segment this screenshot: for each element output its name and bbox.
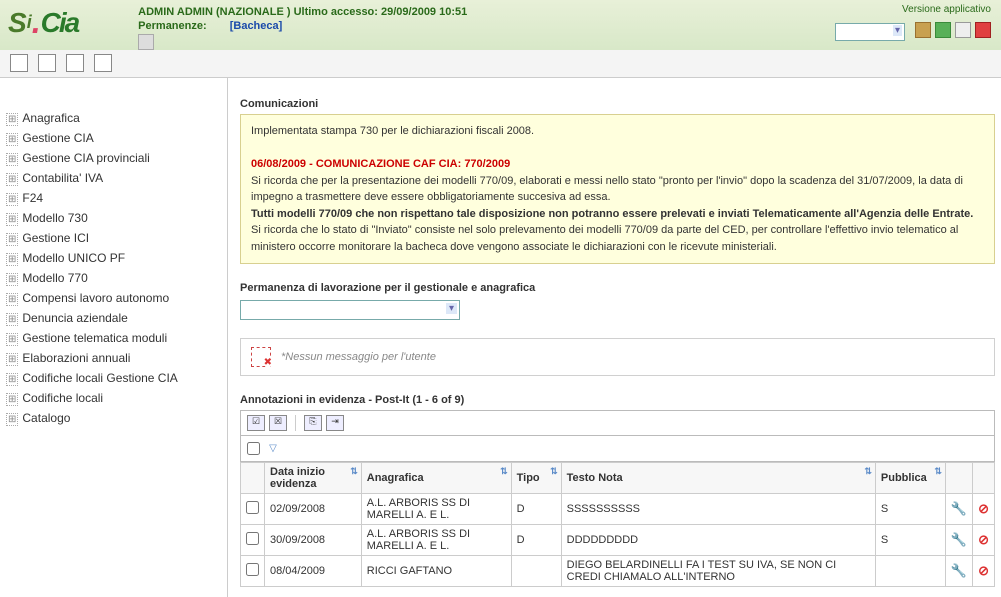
- cell-tipo: D: [511, 525, 561, 556]
- table-row[interactable]: 02/09/2008A.L. ARBORIS SS DI MARELLI A. …: [241, 494, 995, 525]
- grid-select-all[interactable]: [247, 442, 260, 455]
- toolbar-btn-2[interactable]: [38, 54, 56, 72]
- cell-testo: SSSSSSSSSS: [561, 494, 875, 525]
- grid-toolbar: ☑ ☒ ⎘ ⇥: [240, 410, 995, 435]
- wrench-icon[interactable]: 🔧: [951, 501, 967, 516]
- toolbar-btn-4[interactable]: [94, 54, 112, 72]
- comm-bold: Tutti modelli 770/09 che non rispettano …: [251, 206, 984, 223]
- header-small-icon[interactable]: [138, 34, 154, 50]
- cell-testo: DDDDDDDDD: [561, 525, 875, 556]
- message-error-icon: [251, 347, 271, 367]
- grid-tb-sep: [295, 415, 296, 431]
- tree-denuncia[interactable]: Denuncia aziendale: [6, 308, 221, 328]
- grid-tb-deselect[interactable]: ☒: [269, 415, 287, 431]
- delete-icon[interactable]: ⊘: [978, 501, 989, 516]
- grid-select-bar: ▽: [240, 435, 995, 462]
- row-check[interactable]: [246, 501, 259, 514]
- grid-menu-arrow-icon[interactable]: ▽: [269, 443, 277, 454]
- tree-codifiche-locali[interactable]: Codifiche locali: [6, 388, 221, 408]
- row-check[interactable]: [246, 563, 259, 576]
- grid-tb-export[interactable]: ⇥: [326, 415, 344, 431]
- tree-compensi[interactable]: Compensi lavoro autonomo: [6, 288, 221, 308]
- col-edit: [945, 463, 972, 494]
- permanenze-label: Permanenze:: [138, 20, 206, 32]
- cell-pubblica: [875, 556, 945, 587]
- toolbar-btn-1[interactable]: [10, 54, 28, 72]
- col-testo[interactable]: Testo Nota⇅: [561, 463, 875, 494]
- permanenze-value[interactable]: [Bacheca]: [230, 20, 283, 32]
- cell-tipo: D: [511, 494, 561, 525]
- grid-tb-copy[interactable]: ⎘: [304, 415, 322, 431]
- comm-p1: Si ricorda che per la presentazione dei …: [251, 173, 984, 206]
- tree-anagrafica[interactable]: Anagrafica: [6, 108, 221, 128]
- cell-testo: DIEGO BELARDINELLI FA I TEST SU IVA, SE …: [561, 556, 875, 587]
- tree-codifiche-cia[interactable]: Codifiche locali Gestione CIA: [6, 368, 221, 388]
- cell-data: 08/04/2009: [265, 556, 362, 587]
- comunicazioni-box: Implementata stampa 730 per le dichiaraz…: [240, 114, 995, 264]
- row-check[interactable]: [246, 532, 259, 545]
- book-icon[interactable]: [915, 22, 931, 38]
- main-toolbar: [0, 50, 1001, 78]
- cell-pubblica: S: [875, 525, 945, 556]
- tree-f24[interactable]: F24: [6, 188, 221, 208]
- comm-p2: Si ricorda che lo stato di "Inviato" con…: [251, 222, 984, 255]
- return-icon[interactable]: [935, 22, 951, 38]
- app-logo: Si.Cia: [8, 4, 78, 41]
- cell-data: 02/09/2008: [265, 494, 362, 525]
- envelope-icon[interactable]: [955, 22, 971, 38]
- annotations-grid: Data inizio evidenza⇅ Anagrafica⇅ Tipo⇅ …: [240, 462, 995, 587]
- cell-anag: A.L. ARBORIS SS DI MARELLI A. E L.: [361, 525, 511, 556]
- comunicazioni-title: Comunicazioni: [240, 98, 995, 110]
- main-content: Comunicazioni Implementata stampa 730 pe…: [228, 78, 1001, 597]
- cell-pubblica: S: [875, 494, 945, 525]
- tree-elaborazioni[interactable]: Elaborazioni annuali: [6, 348, 221, 368]
- table-row[interactable]: 30/09/2008A.L. ARBORIS SS DI MARELLI A. …: [241, 525, 995, 556]
- grid-title: Annotazioni in evidenza - Post-It (1 - 6…: [240, 394, 995, 406]
- tree-catalogo[interactable]: Catalogo: [6, 408, 221, 428]
- tree-modello-730[interactable]: Modello 730: [6, 208, 221, 228]
- cell-anag: A.L. ARBORIS SS DI MARELLI A. E L.: [361, 494, 511, 525]
- sidebar-tree: Anagrafica Gestione CIA Gestione CIA pro…: [0, 78, 228, 597]
- tree-gestione-ici[interactable]: Gestione ICI: [6, 228, 221, 248]
- cell-tipo: [511, 556, 561, 587]
- message-box: *Nessun messaggio per l'utente: [240, 338, 995, 376]
- col-tipo[interactable]: Tipo⇅: [511, 463, 561, 494]
- tree-modello-770[interactable]: Modello 770: [6, 268, 221, 288]
- tree-gestione-cia[interactable]: Gestione CIA: [6, 128, 221, 148]
- tree-telematica[interactable]: Gestione telematica moduli: [6, 328, 221, 348]
- comm-line1: Implementata stampa 730 per le dichiaraz…: [251, 123, 984, 140]
- grid-tb-select[interactable]: ☑: [247, 415, 265, 431]
- message-text: *Nessun messaggio per l'utente: [281, 351, 436, 363]
- col-pubblica[interactable]: Pubblica⇅: [875, 463, 945, 494]
- col-anag[interactable]: Anagrafica⇅: [361, 463, 511, 494]
- comm-red-line: 06/08/2009 - COMUNICAZIONE CAF CIA: 770/…: [251, 156, 984, 173]
- app-header: Si.Cia ADMIN ADMIN (NAZIONALE ) Ultimo a…: [0, 0, 1001, 50]
- delete-icon[interactable]: ⊘: [978, 532, 989, 547]
- exit-icon[interactable]: [975, 22, 991, 38]
- cell-data: 30/09/2008: [265, 525, 362, 556]
- header-dropdown[interactable]: [835, 23, 905, 41]
- wrench-icon[interactable]: 🔧: [951, 563, 967, 578]
- tree-contabilita-iva[interactable]: Contabilita' IVA: [6, 168, 221, 188]
- col-delete: [973, 463, 995, 494]
- wrench-icon[interactable]: 🔧: [951, 532, 967, 547]
- perm-work-select[interactable]: [240, 300, 460, 320]
- col-data[interactable]: Data inizio evidenza⇅: [265, 463, 362, 494]
- toolbar-btn-3[interactable]: [66, 54, 84, 72]
- tree-modello-unico[interactable]: Modello UNICO PF: [6, 248, 221, 268]
- perm-work-title: Permanenza di lavorazione per il gestion…: [240, 282, 995, 294]
- tree-gestione-cia-prov[interactable]: Gestione CIA provinciali: [6, 148, 221, 168]
- cell-anag: RICCI GAFTANO: [361, 556, 511, 587]
- table-row[interactable]: 08/04/2009RICCI GAFTANO DIEGO BELARDINELL…: [241, 556, 995, 587]
- version-label: Versione applicativo: [835, 4, 991, 15]
- col-check: [241, 463, 265, 494]
- delete-icon[interactable]: ⊘: [978, 563, 989, 578]
